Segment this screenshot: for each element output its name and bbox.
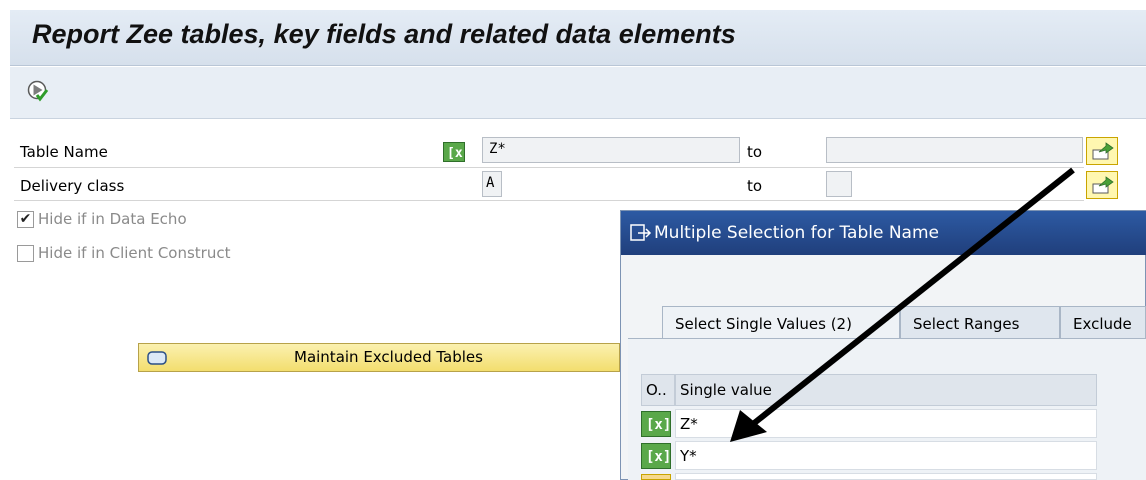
annotation-arrow-overlay	[730, 167, 1075, 442]
annotation-arrow-line	[746, 167, 1075, 431]
